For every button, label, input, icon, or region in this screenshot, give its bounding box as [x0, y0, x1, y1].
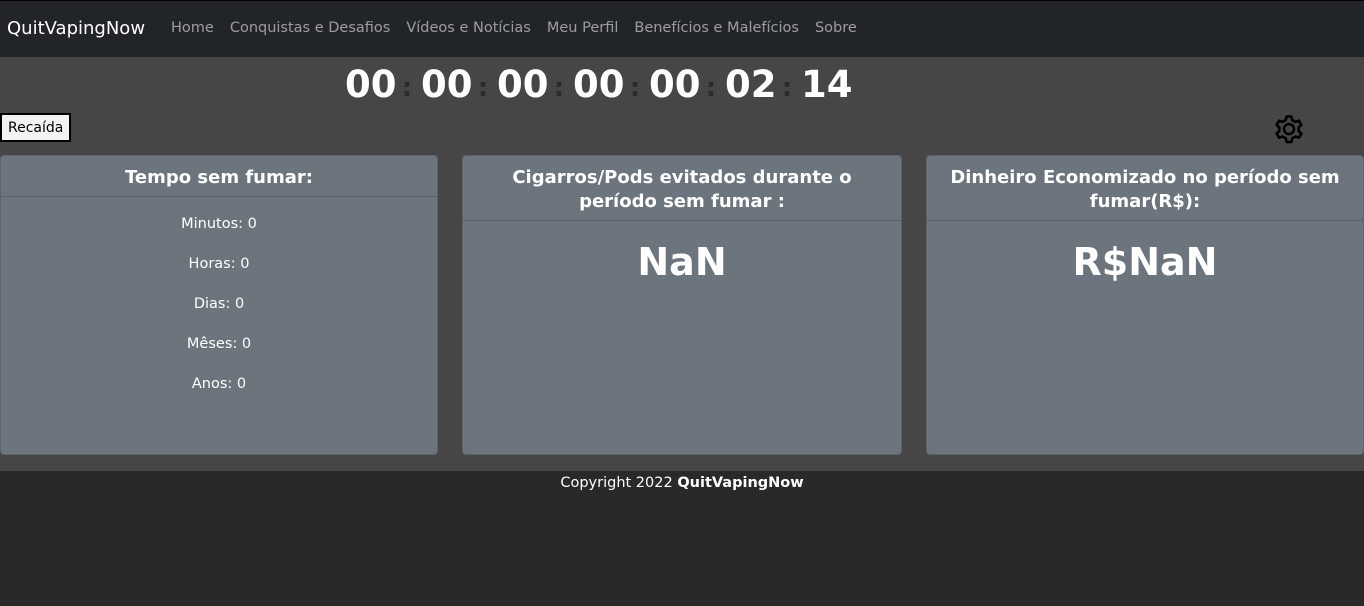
copyright-text: Copyright 2022 [560, 475, 673, 491]
nav-links: Home Conquistas e Desafios Vídeos e Notí… [163, 20, 865, 36]
nav-link-profile[interactable]: Meu Perfil [539, 20, 627, 36]
timer-unit: 00 [421, 63, 473, 106]
navbar: QuitVapingNow Home Conquistas e Desafios… [0, 0, 1364, 57]
timer-unit: 00 [573, 63, 625, 106]
timer-separator: : [553, 72, 565, 103]
money-saved-card: Dinheiro Economizado no período sem fuma… [926, 155, 1364, 455]
nav-link-videos-news[interactable]: Vídeos e Notícias [398, 20, 539, 36]
nav-link-benefits[interactable]: Benefícios e Malefícios [626, 20, 807, 36]
navbar-brand[interactable]: QuitVapingNow [7, 18, 145, 39]
stat-minutes: Minutos: 0 [181, 216, 257, 232]
stat-days: Dias: 0 [193, 296, 245, 312]
time-stats-list: Minutos: 0 Horas: 0 Dias: 0 Mêses: 0 Ano… [1, 216, 437, 416]
timer-separator: : [477, 72, 489, 103]
timer-unit: 14 [801, 63, 853, 106]
timer-separator: : [705, 72, 717, 103]
timer-unit: 02 [725, 63, 777, 106]
time-without-smoking-card: Tempo sem fumar: Minutos: 0 Horas: 0 Dia… [0, 155, 438, 455]
footer: Copyright 2022 QuitVapingNow [0, 471, 1364, 491]
relapse-button[interactable]: Recaída [0, 113, 72, 142]
stat-years: Anos: 0 [191, 376, 247, 392]
nav-link-achievements[interactable]: Conquistas e Desafios [222, 20, 399, 36]
footer-brand: QuitVapingNow [677, 475, 804, 491]
stat-months: Mêses: 0 [186, 336, 252, 352]
timer-unit: 00 [649, 63, 701, 106]
countdown-timer: 00 : 00 : 00 : 00 : 00 : 02 : 14 [345, 63, 853, 106]
timer-separator: : [781, 72, 793, 103]
card-title: Cigarros/Pods evitados durante o período… [463, 156, 901, 221]
timer-unit: 00 [497, 63, 549, 106]
main-content: 00 : 00 : 00 : 00 : 00 : 02 : 14 Recaída… [0, 57, 1364, 471]
timer-separator: : [401, 72, 413, 103]
card-title: Tempo sem fumar: [1, 156, 437, 197]
cigarettes-avoided-card: Cigarros/Pods evitados durante o período… [462, 155, 902, 455]
money-saved-value: R$NaN [1072, 240, 1218, 284]
cigarettes-avoided-value: NaN [637, 240, 727, 284]
nav-link-home[interactable]: Home [163, 20, 222, 36]
card-title: Dinheiro Economizado no período sem fuma… [927, 156, 1363, 221]
timer-unit: 00 [345, 63, 397, 106]
stat-hours: Horas: 0 [188, 256, 250, 272]
gear-icon[interactable] [1271, 113, 1307, 149]
nav-link-about[interactable]: Sobre [807, 20, 865, 36]
timer-separator: : [629, 72, 641, 103]
